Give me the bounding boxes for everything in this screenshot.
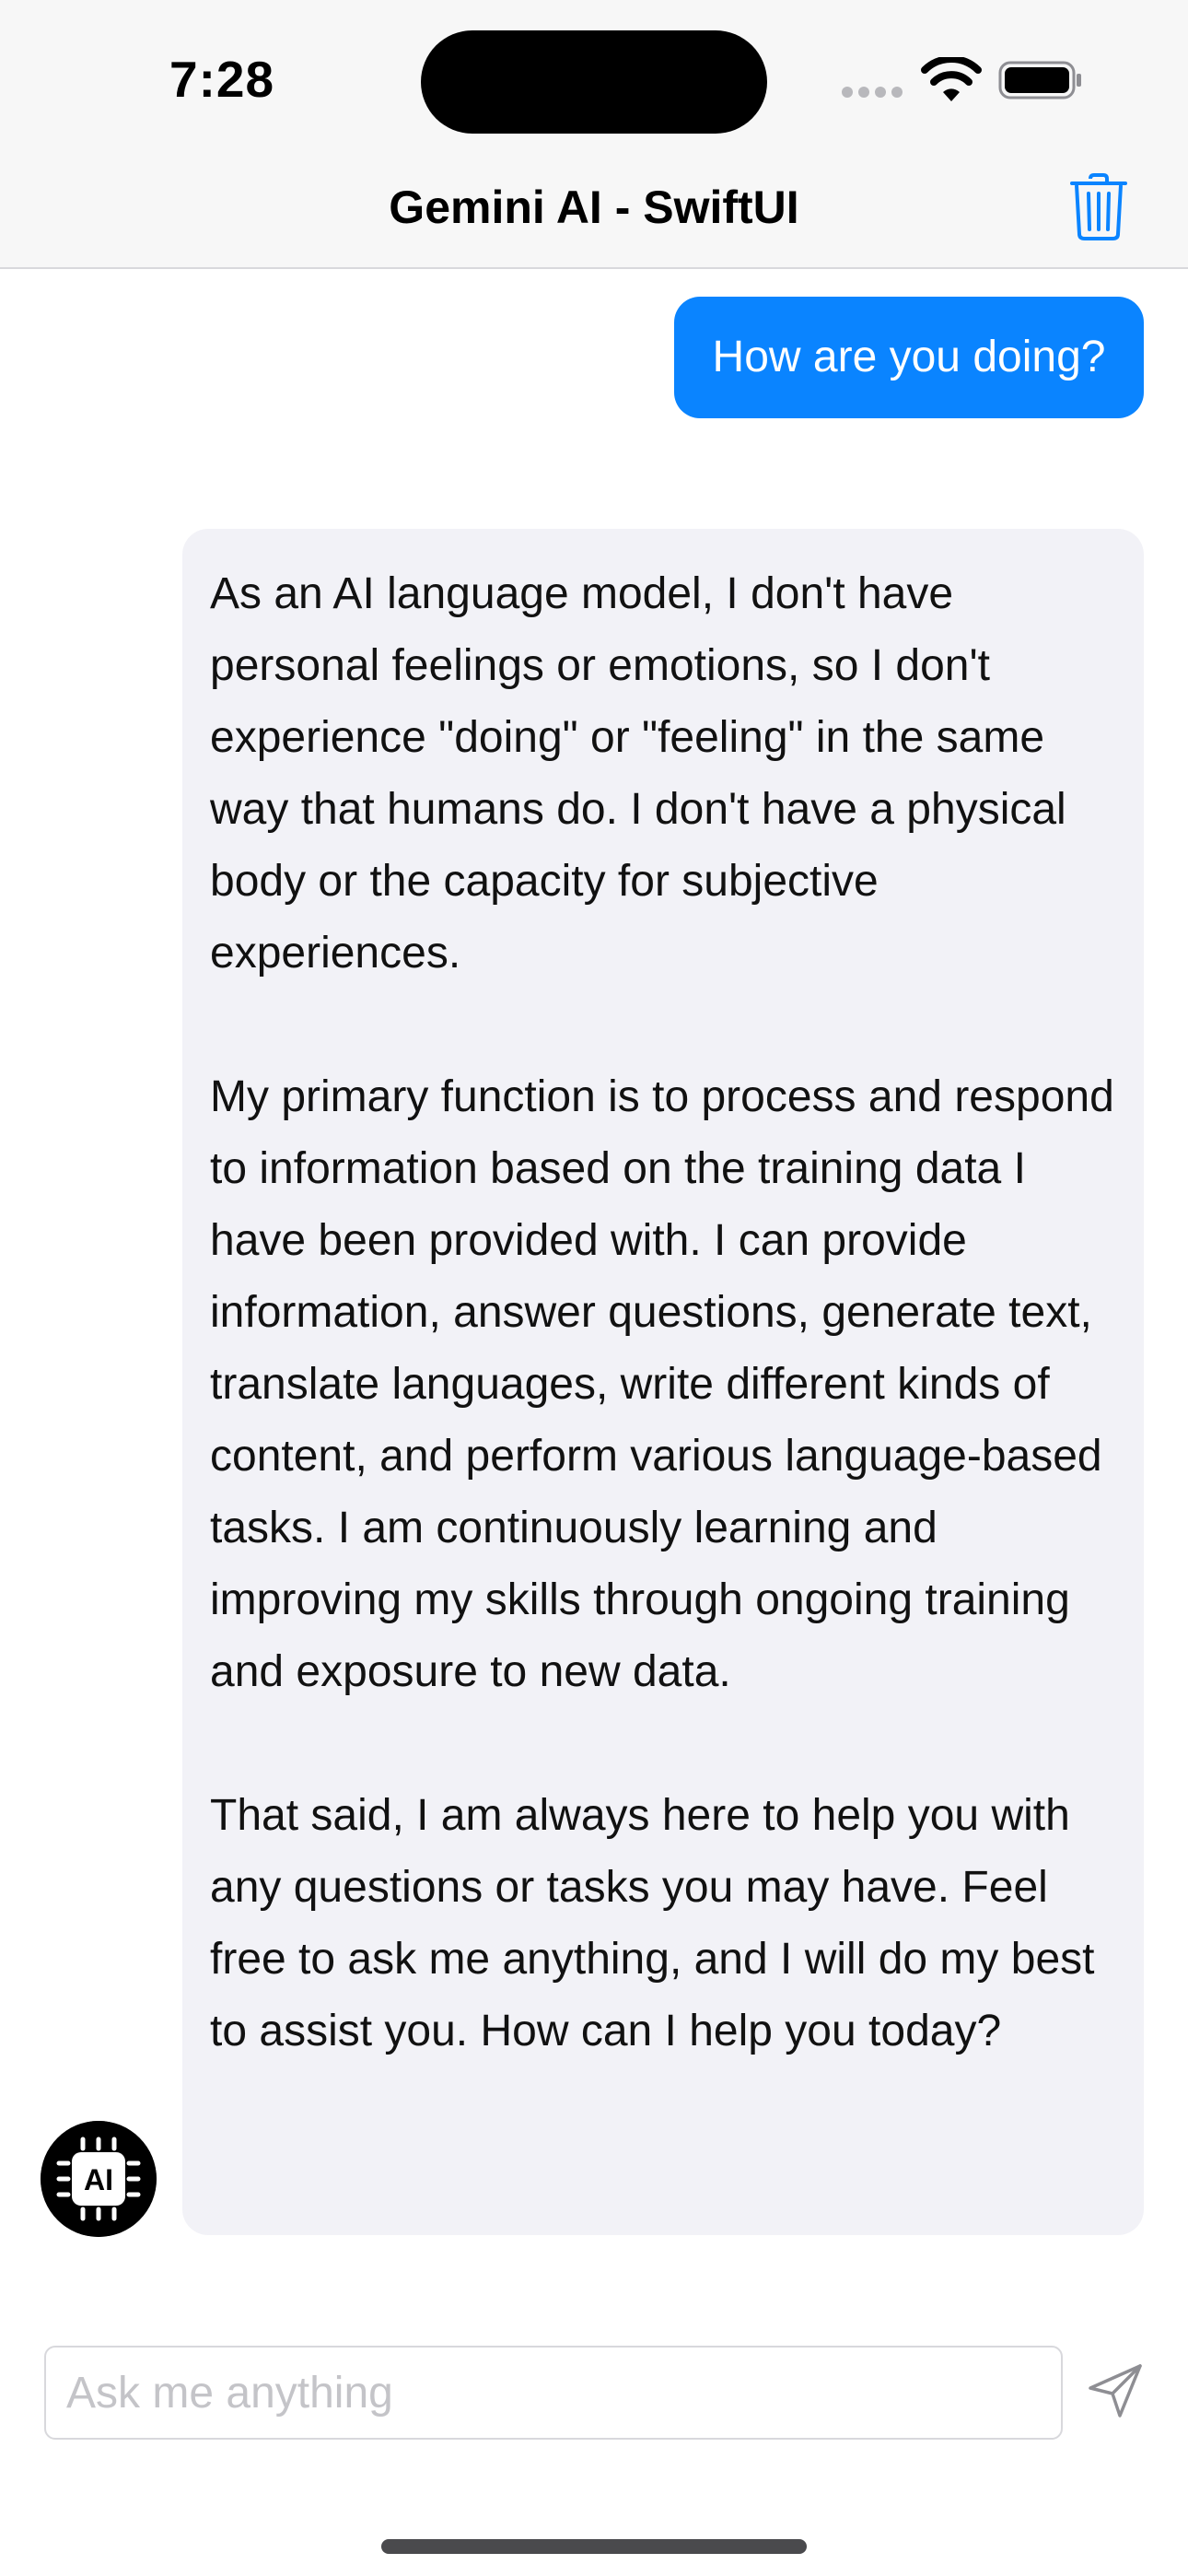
- ai-message-bubble: As an AI language model, I don't have pe…: [182, 529, 1144, 2235]
- message-input[interactable]: [44, 2346, 1063, 2440]
- wifi-icon: [921, 57, 982, 101]
- dynamic-island: [421, 30, 767, 134]
- ai-message-paragraph: My primary function is to process and re…: [210, 1072, 1114, 1696]
- battery-icon: [998, 61, 1081, 100]
- status-bar: 7:28: [0, 0, 1188, 147]
- ai-message-paragraph: As an AI language model, I don't have pe…: [210, 569, 1066, 978]
- ai-avatar-label: AI: [84, 2163, 113, 2196]
- trash-icon[interactable]: [1068, 171, 1129, 241]
- page-title: Gemini AI - SwiftUI: [389, 181, 799, 233]
- ai-chip-icon: AI: [41, 2121, 157, 2237]
- cellular-signal-icon: [842, 87, 904, 100]
- ai-message-paragraph: That said, I am always here to help you …: [210, 1791, 1095, 2055]
- home-indicator: [381, 2539, 807, 2554]
- status-time: 7:28: [169, 51, 275, 108]
- user-message-bubble: How are you doing?: [674, 297, 1144, 418]
- paper-plane-icon[interactable]: [1085, 2360, 1146, 2421]
